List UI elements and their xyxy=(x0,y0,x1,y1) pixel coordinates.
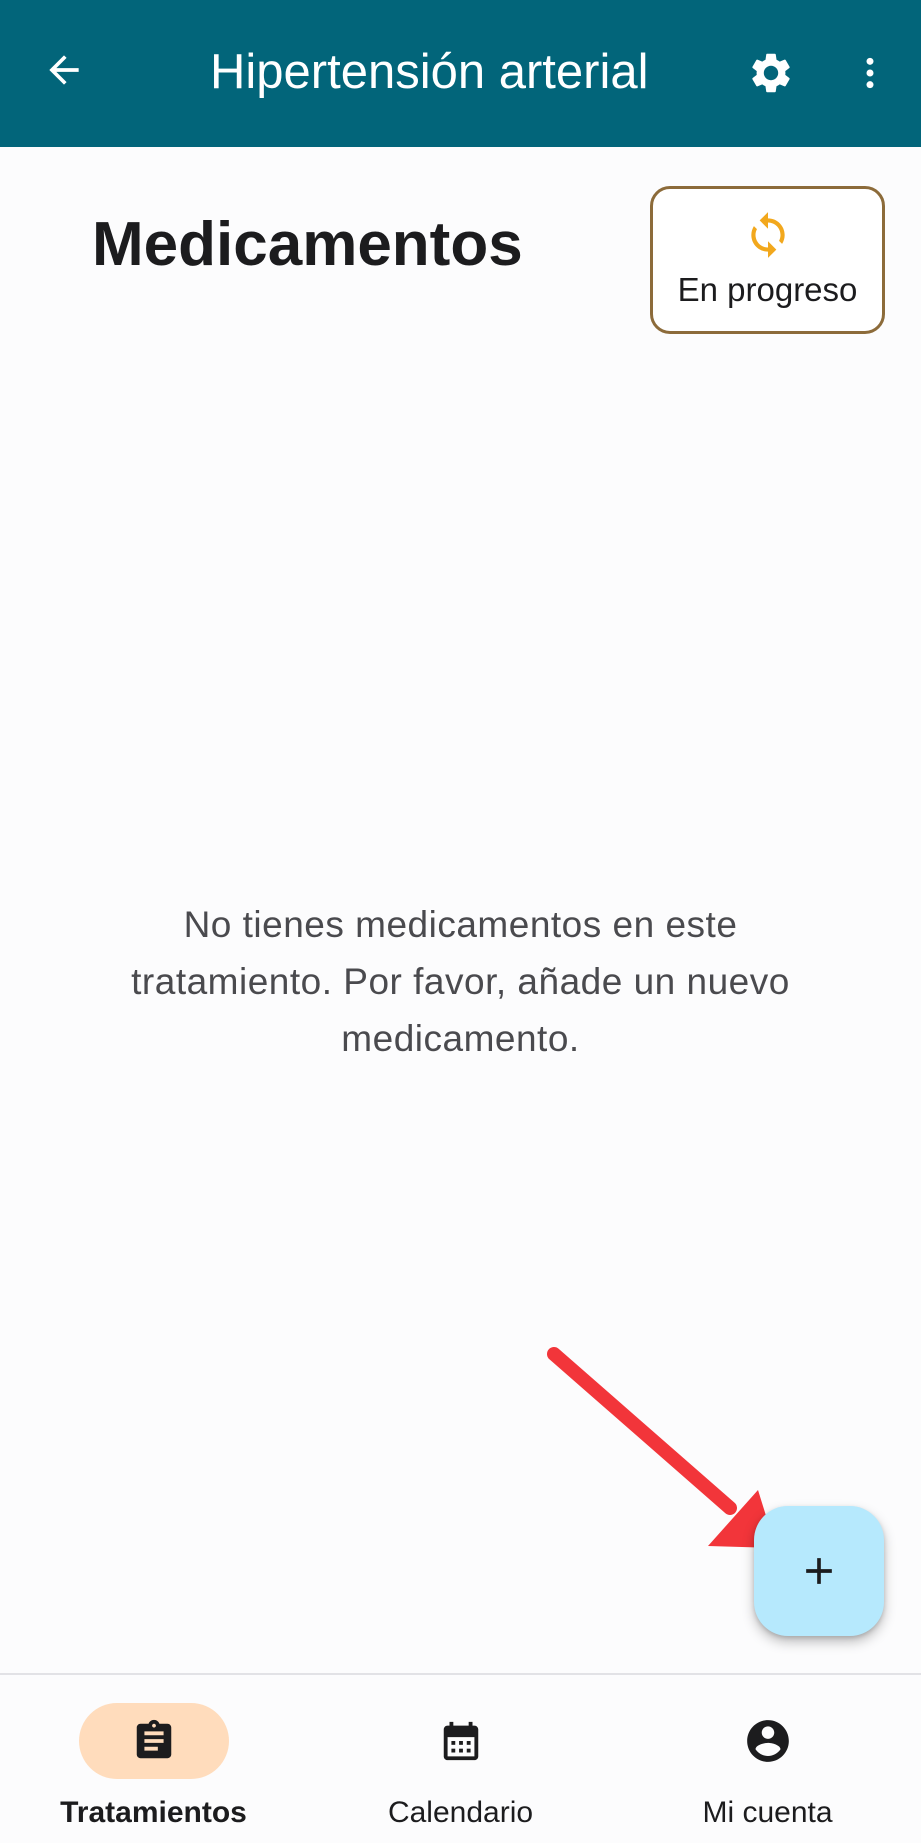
plus-icon xyxy=(806,1558,832,1584)
status-badge[interactable]: En progreso xyxy=(650,186,885,334)
nav-label-calendario: Calendario xyxy=(387,1796,534,1829)
red-arrow-icon xyxy=(547,1347,776,1548)
nav-item-tratamientos[interactable]: Tratamientos xyxy=(0,1675,307,1843)
arrow-back-icon xyxy=(49,55,79,85)
status-label: En progreso xyxy=(677,271,858,308)
app-screen: Hipertensión arterial Medicamentos En pr… xyxy=(0,0,921,1843)
back-button[interactable] xyxy=(38,44,90,96)
nav-item-mi-cuenta[interactable]: Mi cuenta xyxy=(614,1675,921,1843)
nav-active-indicator xyxy=(78,1703,229,1779)
page-title: Medicamentos xyxy=(92,210,523,279)
nav-label-mi-cuenta: Mi cuenta xyxy=(702,1796,833,1829)
nav-icon-container xyxy=(386,1703,536,1779)
app-bar-title: Hipertensión arterial xyxy=(210,45,649,99)
sync-icon xyxy=(750,212,785,258)
top-app-bar: Hipertensión arterial xyxy=(0,0,921,147)
empty-state-message: No tienes medicamentos en este tratamien… xyxy=(131,904,790,1059)
add-medication-button[interactable] xyxy=(754,1506,884,1636)
more-vert-icon xyxy=(866,57,874,89)
gear-icon xyxy=(752,53,790,93)
account-circle-icon xyxy=(746,1720,789,1762)
nav-label-tratamientos: Tratamientos xyxy=(60,1796,247,1829)
settings-button[interactable] xyxy=(744,46,798,100)
nav-icon-container xyxy=(693,1703,843,1779)
more-options-button[interactable] xyxy=(850,46,890,100)
calendar-icon xyxy=(443,1721,478,1761)
clipboard-icon xyxy=(136,1719,171,1759)
nav-item-calendario[interactable]: Calendario xyxy=(307,1675,614,1843)
bottom-navigation: Tratamientos Calendario Mi cuenta xyxy=(0,1673,921,1843)
